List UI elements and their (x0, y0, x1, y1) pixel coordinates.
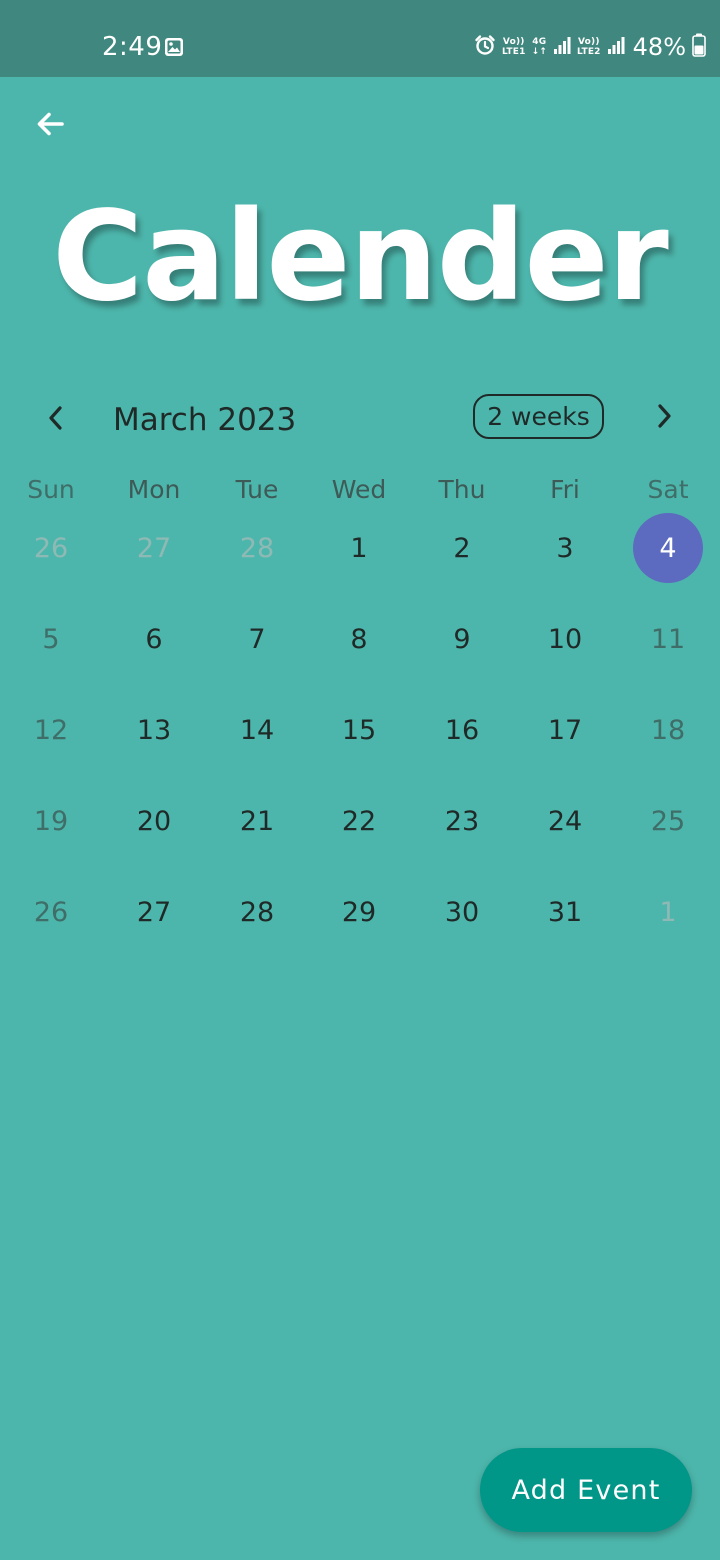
day-cell[interactable]: 26 (15, 512, 87, 584)
battery-icon (692, 33, 706, 61)
day-cell[interactable]: 27 (118, 512, 190, 584)
status-time: 2:49 (102, 32, 163, 62)
day-cell[interactable]: 26 (15, 876, 87, 948)
day-cell[interactable]: 6 (118, 603, 190, 675)
chevron-right-icon (653, 403, 675, 433)
day-cell[interactable]: 5 (15, 603, 87, 675)
weekday-wed: Wed (331, 475, 387, 504)
day-cell[interactable]: 22 (323, 785, 395, 857)
day-cell[interactable]: 23 (426, 785, 498, 857)
day-cell[interactable]: 24 (529, 785, 601, 857)
lte2-label: LTE2 (577, 47, 601, 57)
day-cell[interactable]: 20 (118, 785, 190, 857)
status-indicators: Vo)) LTE1 4G ↓↑ Vo)) LTE2 48% (474, 30, 706, 64)
signal-strength-1-icon (553, 35, 571, 59)
battery-percentage: 48% (632, 33, 686, 61)
chevron-left-icon (45, 405, 67, 435)
day-cell[interactable]: 31 (529, 876, 601, 948)
alarm-icon (474, 34, 496, 60)
day-cell[interactable]: 18 (632, 694, 704, 766)
volte-lte2-indicator: Vo)) LTE2 (577, 37, 601, 57)
day-cell[interactable]: 17 (529, 694, 601, 766)
previous-month-button[interactable] (36, 400, 76, 440)
calendar-header: March 2023 2 weeks (0, 390, 720, 450)
day-cell[interactable]: 13 (118, 694, 190, 766)
day-cell[interactable]: 14 (221, 694, 293, 766)
lte1-label: LTE1 (501, 47, 526, 57)
volte1-label: Vo)) (502, 37, 525, 47)
day-cell[interactable]: 11 (632, 603, 704, 675)
day-cell[interactable]: 12 (15, 694, 87, 766)
weekday-sat: Sat (647, 475, 689, 504)
add-event-button[interactable]: Add Event (480, 1448, 692, 1532)
day-cell[interactable]: 10 (529, 603, 601, 675)
page-title: Calender (52, 185, 669, 329)
weekday-fri: Fri (550, 475, 580, 504)
day-cell[interactable]: 1 (323, 512, 395, 584)
day-cell[interactable]: 9 (426, 603, 498, 675)
weekday-thu: Thu (438, 475, 486, 504)
4g-label: 4G (532, 37, 547, 47)
day-cell[interactable]: 1 (632, 876, 704, 948)
image-notification-icon (164, 37, 184, 57)
weekday-sun: Sun (27, 475, 75, 504)
status-bar: 2:49 Vo)) LTE1 4G ↓↑ Vo)) LTE2 48% (0, 0, 720, 77)
day-cell[interactable]: 2 (426, 512, 498, 584)
signal-strength-2-icon (607, 35, 625, 59)
day-cell[interactable]: 29 (323, 876, 395, 948)
weekday-mon: Mon (127, 475, 181, 504)
volte2-label: Vo)) (578, 37, 600, 47)
weekday-tue: Tue (235, 475, 279, 504)
back-button[interactable] (26, 102, 74, 150)
arrow-left-icon (34, 108, 66, 144)
weekday-header-row: Sun Mon Tue Wed Thu Fri Sat (0, 472, 720, 512)
day-cell[interactable]: 27 (118, 876, 190, 948)
day-cell[interactable]: 8 (323, 603, 395, 675)
data-arrows-icon: ↓↑ (531, 47, 548, 57)
day-cell[interactable]: 3 (529, 512, 601, 584)
format-toggle-button[interactable]: 2 weeks (473, 394, 604, 439)
day-cell[interactable]: 30 (426, 876, 498, 948)
next-month-button[interactable] (644, 398, 684, 438)
selected-day-cell[interactable]: 4 (633, 513, 703, 583)
day-cell[interactable]: 28 (221, 512, 293, 584)
day-cell[interactable]: 15 (323, 694, 395, 766)
day-cell[interactable]: 25 (632, 785, 704, 857)
network-4g-indicator: 4G ↓↑ (532, 37, 547, 57)
month-title: March 2023 (113, 402, 297, 438)
volte-lte1-indicator: Vo)) LTE1 (502, 37, 526, 57)
day-cell[interactable]: 7 (221, 603, 293, 675)
day-cell[interactable]: 21 (221, 785, 293, 857)
day-cell[interactable]: 28 (221, 876, 293, 948)
day-cell[interactable]: 16 (426, 694, 498, 766)
day-cell[interactable]: 19 (15, 785, 87, 857)
